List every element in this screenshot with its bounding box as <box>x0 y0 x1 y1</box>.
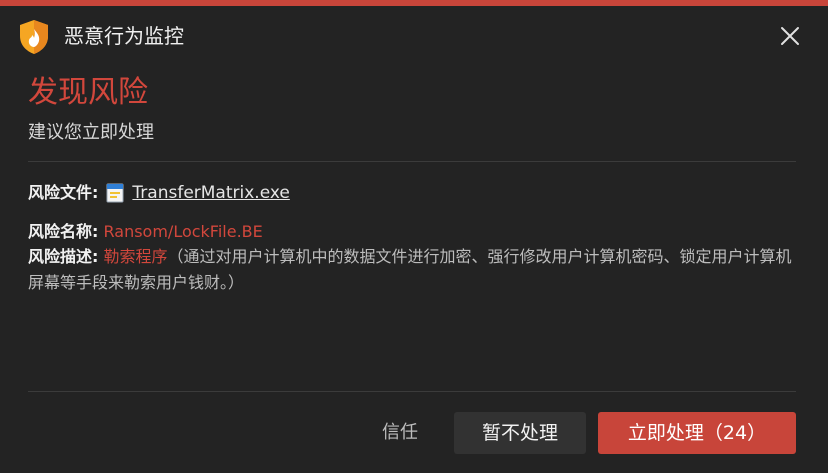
trust-button[interactable]: 信任 <box>370 412 430 454</box>
divider <box>28 391 796 392</box>
risk-desc-label: 风险描述: <box>28 247 99 266</box>
risk-desc-type: 勒索程序 <box>103 247 168 266</box>
risk-subline: 建议您立即处理 <box>28 122 154 143</box>
window-title: 恶意行为监控 <box>64 24 184 48</box>
alert-window: 恶意行为监控 发现风险 建议您立即处理 风险文件: TransferMatrix… <box>0 0 828 473</box>
risk-file-link[interactable]: TransferMatrix.exe <box>132 181 289 205</box>
divider <box>28 161 796 162</box>
handle-later-button[interactable]: 暂不处理 <box>454 412 586 454</box>
titlebar: 恶意行为监控 <box>0 6 828 64</box>
risk-file-row: 风险文件: TransferMatrix.exe <box>28 181 290 205</box>
risk-name-row: 风险名称: Ransom/LockFile.BE <box>28 220 263 244</box>
shield-flame-icon <box>20 20 48 54</box>
close-icon[interactable] <box>778 24 802 48</box>
risk-headline: 发现风险 <box>28 75 148 110</box>
risk-name-value: Ransom/LockFile.BE <box>103 222 263 241</box>
handle-now-button[interactable]: 立即处理（24） <box>598 412 796 454</box>
risk-description: 风险描述: 勒索程序（通过对用户计算机中的数据文件进行加密、强行修改用户计算机密… <box>28 244 798 296</box>
executable-file-icon <box>106 183 124 203</box>
risk-file-label: 风险文件: <box>28 183 99 202</box>
risk-name-label: 风险名称: <box>28 222 99 241</box>
